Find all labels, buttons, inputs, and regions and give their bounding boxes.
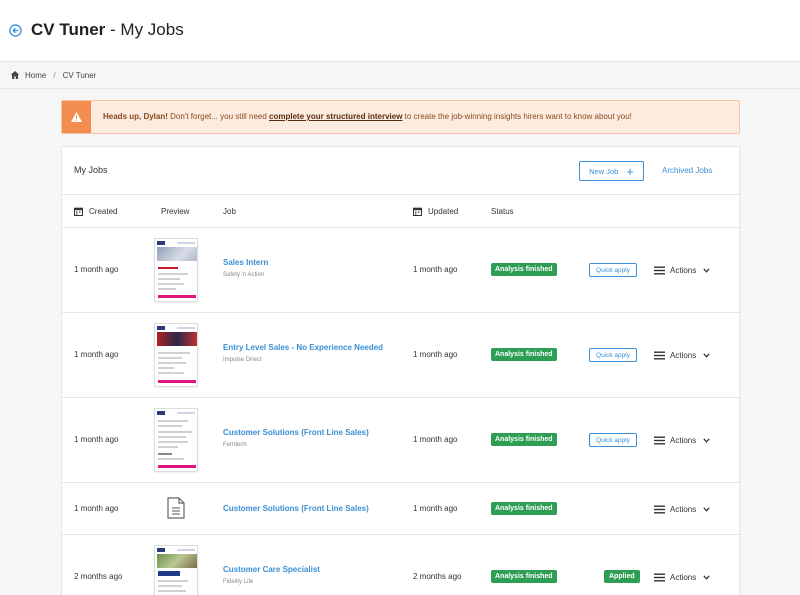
breadcrumb-divider (0, 88, 800, 89)
breadcrumb-home[interactable]: Home (25, 71, 46, 80)
updated-date: 1 month ago (413, 435, 458, 444)
menu-icon (654, 505, 665, 513)
job-title-link[interactable]: Entry Level Sales - No Experience Needed (223, 343, 383, 352)
status-badge: Analysis finished (491, 348, 557, 361)
chevron-down-icon (703, 352, 710, 358)
column-label-updated: Updated (428, 207, 459, 216)
created-date: 1 month ago (74, 435, 119, 444)
column-header-created[interactable]: Created (74, 207, 117, 216)
page-title: CV Tuner - My Jobs (31, 20, 184, 40)
back-arrow-icon[interactable] (9, 24, 22, 37)
card-header-divider (62, 194, 741, 195)
status-badge: Analysis finished (491, 263, 557, 276)
column-header-job: Job (223, 207, 236, 216)
quick-apply-button[interactable]: Quick apply (589, 348, 637, 362)
job-company: Fidelity Life (223, 579, 254, 585)
top-bar: CV Tuner - My Jobs (0, 0, 800, 62)
table-row[interactable]: 1 month ago Customer Solutions (Front Li… (62, 398, 741, 483)
created-date: 2 months ago (74, 572, 123, 581)
job-title-link[interactable]: Customer Care Specialist (223, 565, 320, 574)
table-row[interactable]: 2 months ago Customer Care Specialist Fi… (62, 535, 741, 595)
structured-interview-link[interactable]: complete your structured interview (269, 112, 402, 121)
created-date: 1 month ago (74, 350, 119, 359)
menu-icon (654, 266, 665, 274)
job-title-link[interactable]: Customer Solutions (Front Line Sales) (223, 504, 369, 513)
card-title: My Jobs (74, 165, 108, 175)
actions-label: Actions (670, 572, 697, 582)
actions-dropdown[interactable]: Actions (654, 433, 710, 447)
updated-date: 2 months ago (413, 572, 462, 581)
job-preview-thumbnail[interactable] (154, 408, 198, 472)
created-date: 1 month ago (74, 504, 119, 513)
column-header-status: Status (491, 207, 514, 216)
menu-icon (654, 351, 665, 359)
breadcrumb-separator: / (53, 70, 56, 80)
chevron-down-icon (703, 267, 710, 273)
breadcrumb: Home / CV Tuner (10, 69, 96, 81)
updated-date: 1 month ago (413, 504, 458, 513)
actions-label: Actions (670, 435, 697, 445)
app-name: CV Tuner (31, 20, 106, 39)
jobs-card: My Jobs New Job + Archived Jobs Created … (61, 146, 741, 595)
chevron-down-icon (703, 506, 710, 512)
actions-dropdown[interactable]: Actions (654, 348, 710, 362)
table-row[interactable]: 1 month ago Entry Level Sales - No Exper… (62, 313, 741, 398)
column-header-updated[interactable]: Updated (413, 207, 458, 216)
document-icon (167, 497, 185, 519)
applied-badge: Applied (604, 570, 640, 583)
alert-icon-box (62, 101, 91, 133)
alert-greeting: Heads up, Dylan! (103, 112, 168, 121)
calendar-icon (74, 207, 83, 216)
column-label-created: Created (89, 207, 118, 216)
job-preview-thumbnail[interactable] (154, 323, 198, 387)
alert-text-before: Don't forget... you still need (167, 112, 270, 121)
home-icon (10, 71, 20, 79)
status-badge: Analysis finished (491, 570, 557, 583)
chevron-down-icon (703, 437, 710, 443)
column-label-job: Job (223, 207, 236, 216)
updated-date: 1 month ago (413, 350, 458, 359)
column-header-preview: Preview (161, 207, 189, 216)
alert-text-after: to create the job-winning insights hirer… (402, 112, 632, 121)
actions-label: Actions (670, 265, 697, 275)
column-label-preview: Preview (161, 207, 190, 216)
actions-label: Actions (670, 504, 697, 514)
job-company: Ferntech (223, 442, 247, 448)
alert-message: Heads up, Dylan! Don't forget... you sti… (103, 112, 632, 121)
warning-icon (71, 112, 82, 122)
status-badge: Analysis finished (491, 502, 557, 515)
status-badge: Analysis finished (491, 433, 557, 446)
actions-dropdown[interactable]: Actions (654, 570, 710, 584)
created-date: 1 month ago (74, 265, 119, 274)
table-row[interactable]: 1 month ago Customer Solutions (Front Li… (62, 483, 741, 535)
breadcrumb-current: CV Tuner (62, 70, 97, 80)
page-name: My Jobs (120, 20, 184, 39)
job-company: Impulse Direct (223, 357, 262, 363)
actions-dropdown[interactable]: Actions (654, 263, 710, 277)
archived-jobs-link[interactable]: Archived Jobs (662, 166, 712, 175)
job-company: Safety 'n Action (223, 272, 265, 278)
chevron-down-icon (703, 574, 710, 580)
job-title-link[interactable]: Customer Solutions (Front Line Sales) (223, 428, 369, 437)
table-row[interactable]: 1 month ago Sales Intern Safety 'n Actio… (62, 228, 741, 313)
menu-icon (654, 573, 665, 581)
quick-apply-button[interactable]: Quick apply (589, 433, 637, 447)
quick-apply-button[interactable]: Quick apply (589, 263, 637, 277)
new-job-button[interactable]: New Job + (579, 161, 644, 181)
job-preview-thumbnail[interactable] (154, 545, 198, 595)
job-title-link[interactable]: Sales Intern (223, 258, 268, 267)
actions-label: Actions (670, 350, 697, 360)
job-preview-thumbnail[interactable] (154, 238, 198, 302)
plus-icon: + (626, 163, 634, 179)
column-label-status: Status (491, 207, 514, 216)
title-separator: - (105, 20, 121, 39)
interview-alert: Heads up, Dylan! Don't forget... you sti… (61, 100, 740, 134)
calendar-icon (413, 207, 422, 216)
updated-date: 1 month ago (413, 265, 458, 274)
menu-icon (654, 436, 665, 444)
new-job-label: New Job (589, 166, 619, 176)
actions-dropdown[interactable]: Actions (654, 502, 710, 516)
